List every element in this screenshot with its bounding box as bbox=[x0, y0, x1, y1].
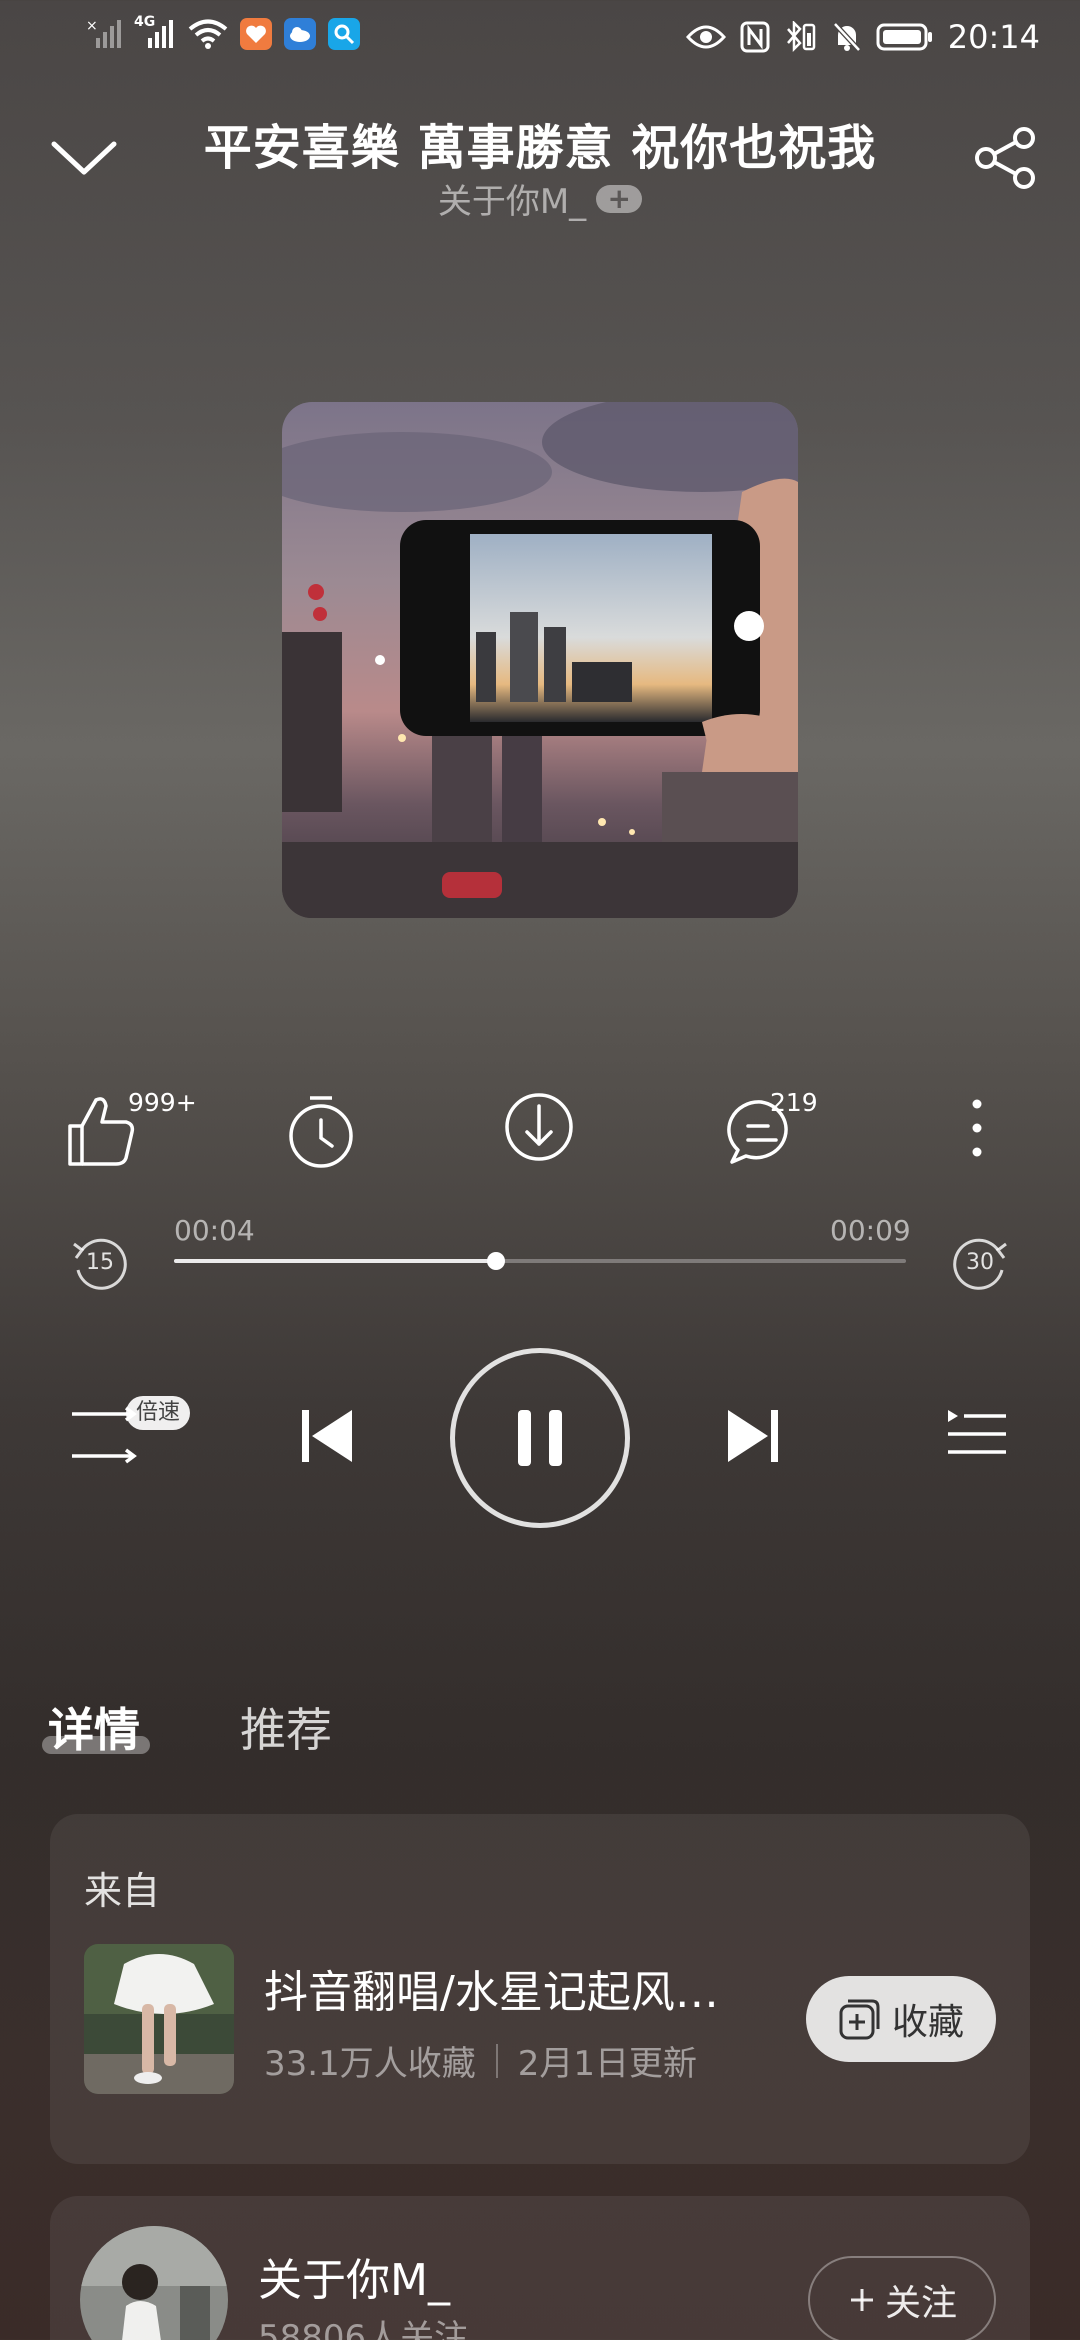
speed-badge[interactable]: 倍速 bbox=[126, 1396, 191, 1430]
next-icon[interactable] bbox=[724, 1404, 782, 1468]
artist-name[interactable]: 关于你M_ bbox=[438, 174, 586, 223]
download-icon[interactable] bbox=[494, 1082, 584, 1172]
svg-text:×: × bbox=[86, 18, 98, 34]
share-icon[interactable] bbox=[970, 122, 1042, 194]
artist-row[interactable]: 关于你M_ + bbox=[300, 174, 780, 223]
bluetooth-battery-icon bbox=[786, 21, 816, 53]
artist-card-name[interactable]: 关于你M_ bbox=[258, 2244, 450, 2308]
follow-artist-pill[interactable]: + bbox=[596, 184, 643, 213]
rewind-15-icon[interactable]: 15 bbox=[68, 1232, 132, 1296]
playlist-title[interactable]: 抖音翻唱/水星记起风… bbox=[264, 1956, 784, 2020]
collect-plus-icon bbox=[839, 1999, 880, 2040]
collect-count: 33.1万人收藏 bbox=[264, 2044, 476, 2084]
signal-4g-icon: 4G bbox=[134, 14, 176, 50]
collect-button[interactable]: 收藏 bbox=[806, 1976, 996, 2062]
current-time: 00:04 bbox=[174, 1214, 255, 1247]
forward-seconds: 30 bbox=[966, 1250, 994, 1275]
plus-icon bbox=[850, 2289, 873, 2311]
health-app-icon bbox=[240, 18, 272, 50]
nfc-icon bbox=[740, 21, 770, 53]
follow-button[interactable]: 关注 bbox=[808, 2256, 996, 2340]
rewind-seconds: 15 bbox=[86, 1250, 114, 1275]
forward-30-icon[interactable]: 30 bbox=[948, 1232, 1012, 1296]
updated-date: 2月1日更新 bbox=[517, 2044, 697, 2084]
collect-label: 收藏 bbox=[891, 2002, 964, 2043]
follow-label: 关注 bbox=[884, 2283, 957, 2324]
previous-icon[interactable] bbox=[298, 1404, 356, 1468]
tab-details[interactable]: 详情 bbox=[48, 1694, 140, 1760]
playlist-thumbnail[interactable] bbox=[84, 1944, 234, 2094]
tab-recommend[interactable]: 推荐 bbox=[240, 1694, 332, 1760]
album-cover-image bbox=[282, 402, 798, 918]
weather-app-icon bbox=[284, 18, 316, 50]
playlist-meta: 33.1万人收藏 2月1日更新 bbox=[264, 2036, 697, 2085]
timer-icon[interactable] bbox=[276, 1086, 366, 1176]
wifi-icon bbox=[188, 19, 228, 49]
status-time: 20:14 bbox=[947, 18, 1040, 56]
song-title: 平安喜樂 萬事勝意 祝你也祝我 bbox=[203, 120, 877, 176]
signal-off-icon: × bbox=[86, 18, 121, 48]
search-app-icon bbox=[328, 18, 360, 50]
like-count: 999+ bbox=[128, 1088, 197, 1117]
progress-fill bbox=[174, 1259, 497, 1263]
playlist-queue-icon[interactable] bbox=[944, 1404, 1008, 1468]
eye-icon bbox=[685, 25, 726, 49]
battery-icon bbox=[876, 23, 932, 51]
artist-followers: 58806人关注 bbox=[258, 2318, 469, 2340]
total-time: 00:09 bbox=[830, 1214, 911, 1247]
pause-icon bbox=[518, 1410, 562, 1466]
more-vertical-icon[interactable] bbox=[960, 1090, 994, 1170]
status-bar: × 4G 20:14 bbox=[0, 0, 1080, 80]
album-cover bbox=[282, 402, 798, 918]
chevron-down-icon[interactable] bbox=[48, 128, 120, 188]
pause-button[interactable] bbox=[450, 1348, 630, 1528]
mute-bell-icon bbox=[832, 22, 861, 52]
status-left-icons: × 4G bbox=[86, 14, 360, 50]
source-heading: 来自 bbox=[84, 1869, 161, 1913]
status-right-icons: 20:14 bbox=[685, 18, 1040, 56]
progress-slider[interactable] bbox=[174, 1259, 906, 1263]
comment-count: 219 bbox=[770, 1088, 818, 1117]
meta-divider bbox=[495, 2043, 498, 2078]
progress-thumb[interactable] bbox=[487, 1252, 506, 1270]
